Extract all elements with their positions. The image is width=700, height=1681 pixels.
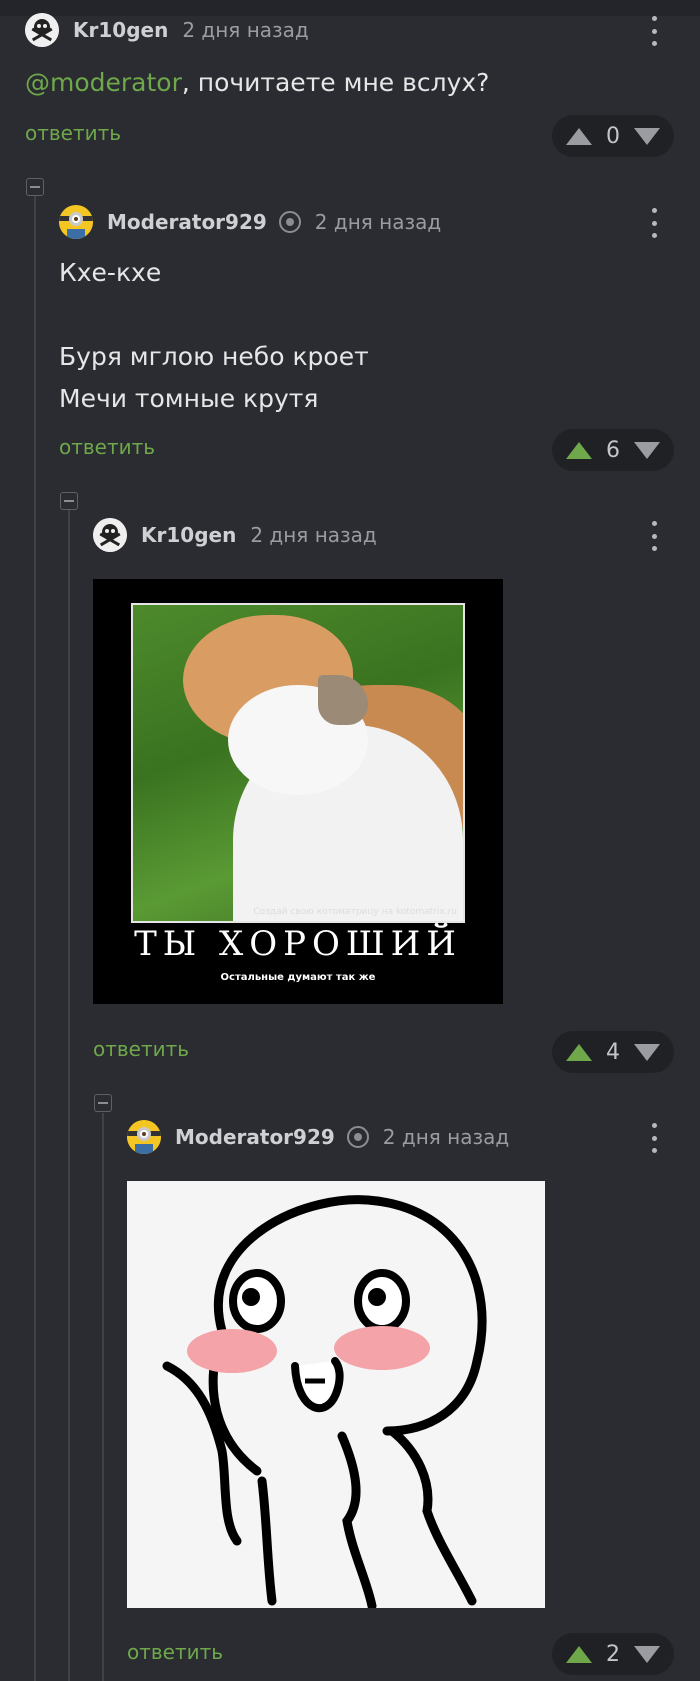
minion-avatar-icon <box>127 1120 161 1154</box>
reply-button[interactable]: ответить <box>93 1037 189 1061</box>
comment-header: Kr10gen 2 дня назад <box>25 10 309 50</box>
timestamp[interactable]: 2 дня назад <box>182 18 308 42</box>
avatar[interactable] <box>127 1120 161 1154</box>
comment-header: Moderator929 2 дня назад <box>59 202 441 242</box>
username[interactable]: Kr10gen <box>73 18 168 42</box>
upvote-icon[interactable] <box>566 1043 592 1061</box>
vote-widget: 2 <box>552 1633 674 1675</box>
upvote-icon[interactable] <box>566 441 592 459</box>
blushing-stickman-drawing <box>162 1195 487 1608</box>
downvote-icon[interactable] <box>634 1043 660 1061</box>
timestamp[interactable]: 2 дня назад <box>315 210 441 234</box>
more-options-icon[interactable] <box>649 521 659 551</box>
username[interactable]: Kr10gen <box>141 523 236 547</box>
reply-button[interactable]: ответить <box>59 435 155 459</box>
cats-photo: Создай свою котоматрицу на kotomatrix.ru <box>131 603 465 923</box>
vote-count: 2 <box>606 1641 620 1667</box>
thread-line-level-2[interactable] <box>68 510 70 1681</box>
reply-button[interactable]: ответить <box>25 121 121 145</box>
downvote-icon[interactable] <box>634 441 660 459</box>
comment-line: Буря мглою небо кроет <box>59 342 369 371</box>
vote-count: 6 <box>606 437 620 463</box>
more-options-icon[interactable] <box>649 1123 659 1153</box>
comment-header: Moderator929 2 дня назад <box>127 1117 509 1157</box>
avatar[interactable] <box>59 205 93 239</box>
minion-avatar-icon <box>59 205 93 239</box>
username[interactable]: Moderator929 <box>175 1125 335 1149</box>
avatar[interactable] <box>25 13 59 47</box>
vote-count: 0 <box>606 123 620 149</box>
more-options-icon[interactable] <box>649 208 659 238</box>
comment-line: Мечи томные крутя <box>59 384 319 413</box>
more-options-icon[interactable] <box>649 16 659 46</box>
demotivator-title: ТЫ ХОРОШИЙ <box>134 924 462 964</box>
upvote-icon[interactable] <box>566 127 592 145</box>
comment-text: @moderator, почитаете мне вслух? <box>25 68 490 97</box>
vote-widget: 0 <box>552 115 674 157</box>
collapse-thread-button[interactable] <box>60 492 78 510</box>
mention-link[interactable]: @moderator <box>25 68 182 97</box>
vote-widget: 4 <box>552 1031 674 1073</box>
pirate-flag-icon <box>93 518 127 552</box>
reply-button[interactable]: ответить <box>127 1640 223 1664</box>
thread-line-level-3[interactable] <box>102 1113 104 1681</box>
collapse-thread-button[interactable] <box>26 178 44 196</box>
thread-line-level-1[interactable] <box>34 196 36 1681</box>
timestamp[interactable]: 2 дня назад <box>383 1125 509 1149</box>
timestamp[interactable]: 2 дня назад <box>250 523 376 547</box>
blushing-face-image[interactable] <box>127 1181 545 1608</box>
downvote-icon[interactable] <box>634 127 660 145</box>
avatar[interactable] <box>93 518 127 552</box>
vote-widget: 6 <box>552 429 674 471</box>
username[interactable]: Moderator929 <box>107 210 267 234</box>
collapse-thread-button[interactable] <box>94 1094 112 1112</box>
demotivator-subtitle: Остальные думают так же <box>220 972 376 983</box>
downvote-icon[interactable] <box>634 1645 660 1663</box>
pirate-flag-icon <box>25 13 59 47</box>
image-watermark: Создай свою котоматрицу на kotomatrix.ru <box>253 907 457 917</box>
vote-count: 4 <box>606 1039 620 1065</box>
moderator-badge-icon <box>278 211 301 233</box>
comment-header: Kr10gen 2 дня назад <box>93 515 377 555</box>
demotivator-image[interactable]: Создай свою котоматрицу на kotomatrix.ru… <box>93 579 503 1004</box>
comment-line: Кхе-кхе <box>59 258 162 287</box>
moderator-badge-icon <box>346 1126 369 1148</box>
upvote-icon[interactable] <box>566 1645 592 1663</box>
